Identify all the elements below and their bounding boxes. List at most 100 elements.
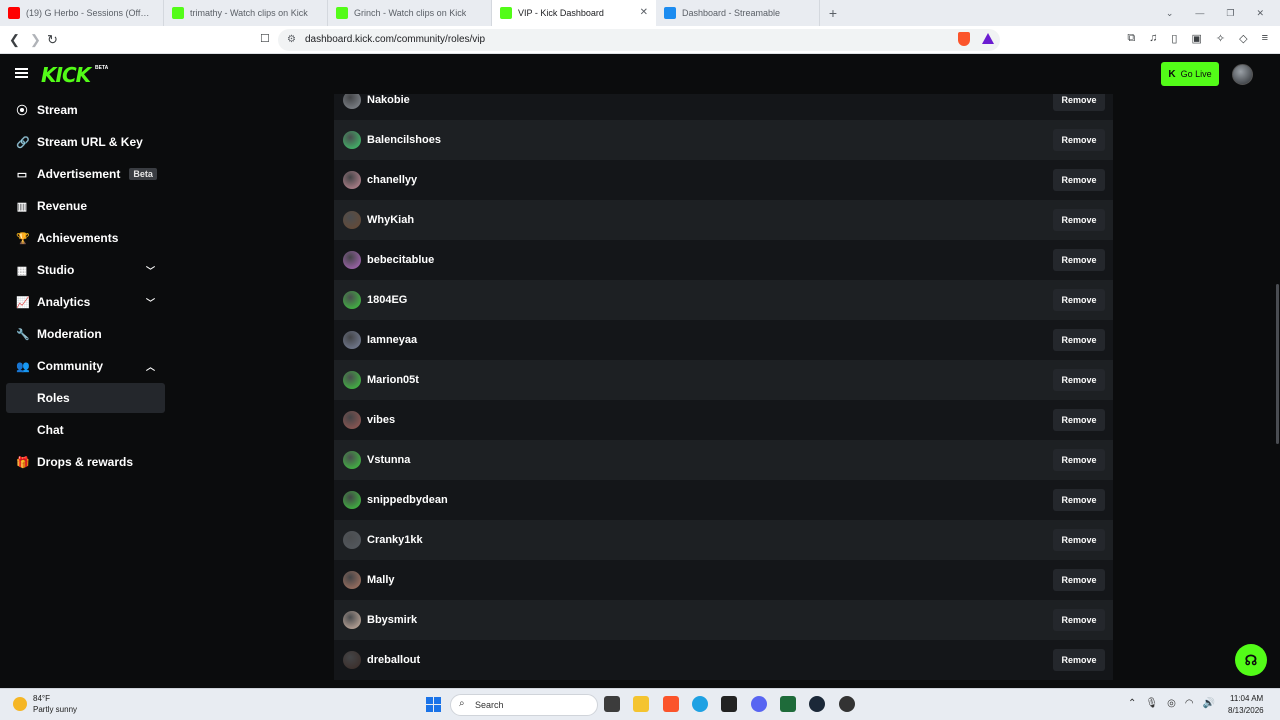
sidebar-item-revenue[interactable]: ▥ Revenue bbox=[6, 191, 165, 221]
volume-icon[interactable]: 🔊 bbox=[1203, 698, 1215, 709]
weather-icon[interactable] bbox=[13, 697, 27, 711]
sidebar-item-chat[interactable]: Chat bbox=[6, 415, 165, 445]
wallet-icon[interactable]: ▣ bbox=[1191, 32, 1201, 45]
remove-vip-button[interactable]: Remove bbox=[1053, 209, 1105, 231]
network-icon[interactable]: ◎ bbox=[1167, 698, 1176, 709]
username[interactable]: chanellyy bbox=[367, 174, 417, 186]
chevron-down-icon[interactable]: ⌄ bbox=[1166, 8, 1174, 19]
app-a-icon[interactable] bbox=[721, 696, 737, 712]
minimize-icon[interactable]: — bbox=[1195, 8, 1204, 18]
start-button[interactable] bbox=[426, 697, 441, 712]
user-avatar[interactable] bbox=[343, 211, 361, 229]
hamburger-menu-icon[interactable] bbox=[15, 68, 28, 78]
remove-vip-button[interactable]: Remove bbox=[1053, 409, 1105, 431]
remove-vip-button[interactable]: Remove bbox=[1053, 249, 1105, 271]
url-text[interactable]: dashboard.kick.com/community/roles/vip bbox=[305, 34, 485, 45]
remove-vip-button[interactable]: Remove bbox=[1053, 329, 1105, 351]
sidebar-item-stream[interactable]: ⦿ Stream bbox=[6, 95, 165, 125]
discord-icon[interactable] bbox=[751, 696, 767, 712]
user-avatar[interactable] bbox=[343, 291, 361, 309]
user-avatar[interactable] bbox=[343, 251, 361, 269]
reload-icon[interactable]: ↻ bbox=[47, 32, 58, 48]
edge-icon[interactable] bbox=[692, 696, 708, 712]
browser-tab[interactable]: (19) G Herbo - Sessions (Official bbox=[0, 0, 164, 26]
close-window-icon[interactable]: ✕ bbox=[1256, 8, 1264, 19]
browser-tab[interactable]: VIP - Kick Dashboard ✕ bbox=[492, 0, 656, 26]
sidebar-item-advertisement[interactable]: ▭ Advertisement Beta bbox=[6, 159, 165, 189]
user-avatar[interactable] bbox=[343, 571, 361, 589]
task-view-icon[interactable] bbox=[604, 696, 620, 712]
user-avatar[interactable] bbox=[343, 131, 361, 149]
user-avatar[interactable] bbox=[1232, 64, 1253, 85]
remove-vip-button[interactable]: Remove bbox=[1053, 569, 1105, 591]
sidebar-item-analytics[interactable]: 📈 Analytics ﹀ bbox=[6, 287, 165, 317]
extensions-icon[interactable]: ⧉ bbox=[1127, 32, 1135, 45]
username[interactable]: Cranky1kk bbox=[367, 534, 423, 546]
vpn-icon[interactable]: ◇ bbox=[1239, 32, 1247, 45]
username[interactable]: dreballout bbox=[367, 654, 420, 666]
wifi-icon[interactable]: ◠ bbox=[1185, 698, 1194, 709]
user-avatar[interactable] bbox=[343, 451, 361, 469]
user-avatar[interactable] bbox=[343, 171, 361, 189]
user-avatar[interactable] bbox=[343, 94, 361, 109]
taskbar-search[interactable]: ⌕ Search bbox=[450, 694, 598, 716]
remove-vip-button[interactable]: Remove bbox=[1053, 649, 1105, 671]
excel-icon[interactable] bbox=[780, 696, 796, 712]
obs-icon[interactable] bbox=[839, 696, 855, 712]
tab-close-icon[interactable]: ✕ bbox=[640, 7, 648, 18]
go-live-button[interactable]: K Go Live bbox=[1161, 62, 1219, 86]
user-avatar[interactable] bbox=[343, 331, 361, 349]
remove-vip-button[interactable]: Remove bbox=[1053, 529, 1105, 551]
new-tab-icon[interactable]: + bbox=[820, 0, 846, 26]
brave-shield-icon[interactable] bbox=[958, 32, 970, 46]
leo-icon[interactable]: ✧ bbox=[1216, 32, 1225, 45]
remove-vip-button[interactable]: Remove bbox=[1053, 94, 1105, 111]
username[interactable]: WhyKiah bbox=[367, 214, 414, 226]
username[interactable]: Vstunna bbox=[367, 454, 410, 466]
remove-vip-button[interactable]: Remove bbox=[1053, 369, 1105, 391]
chevron-down-icon[interactable]: ﹀ bbox=[146, 296, 155, 309]
menu-icon[interactable]: ≡ bbox=[1262, 32, 1268, 45]
username[interactable]: vibes bbox=[367, 414, 395, 426]
username[interactable]: 1804EG bbox=[367, 294, 407, 306]
sidebar-item-stream-url-key[interactable]: 🔗 Stream URL & Key bbox=[6, 127, 165, 157]
sidebar-item-community[interactable]: 👥 Community ︿ bbox=[6, 351, 165, 381]
username[interactable]: Balencilshoes bbox=[367, 134, 441, 146]
steam-icon[interactable] bbox=[809, 696, 825, 712]
user-avatar[interactable] bbox=[343, 531, 361, 549]
maximize-icon[interactable]: ❐ bbox=[1226, 8, 1234, 19]
user-avatar[interactable] bbox=[343, 651, 361, 669]
back-icon[interactable]: ❮ bbox=[9, 32, 20, 48]
remove-vip-button[interactable]: Remove bbox=[1053, 449, 1105, 471]
chevron-up-icon[interactable]: ︿ bbox=[146, 360, 155, 373]
clock-time[interactable]: 11:04 AM bbox=[1230, 694, 1263, 703]
remove-vip-button[interactable]: Remove bbox=[1053, 169, 1105, 191]
sidebar-item-moderation[interactable]: 🔧 Moderation bbox=[6, 319, 165, 349]
sidebar-toggle-icon[interactable]: ▯ bbox=[1171, 32, 1177, 45]
username[interactable]: bebecitablue bbox=[367, 254, 434, 266]
brave-rewards-icon[interactable] bbox=[982, 33, 994, 44]
clock-date[interactable]: 8/13/2026 bbox=[1228, 706, 1264, 715]
chevron-down-icon[interactable]: ﹀ bbox=[146, 264, 155, 277]
username[interactable]: snippedbydean bbox=[367, 494, 448, 506]
bookmark-icon[interactable]: ☐ bbox=[260, 32, 270, 45]
url-field[interactable]: ⚙ dashboard.kick.com/community/roles/vip bbox=[278, 29, 1000, 51]
user-avatar[interactable] bbox=[343, 611, 361, 629]
username[interactable]: Marion05t bbox=[367, 374, 419, 386]
music-icon[interactable]: ♫ bbox=[1149, 32, 1157, 45]
support-chat-icon[interactable]: ☊ bbox=[1235, 644, 1267, 676]
remove-vip-button[interactable]: Remove bbox=[1053, 129, 1105, 151]
forward-icon[interactable]: ❯ bbox=[30, 32, 41, 48]
username[interactable]: Bbysmirk bbox=[367, 614, 417, 626]
username[interactable]: Nakobie bbox=[367, 94, 410, 106]
file-explorer-icon[interactable] bbox=[633, 696, 649, 712]
sidebar-item-studio[interactable]: ▦ Studio ﹀ bbox=[6, 255, 165, 285]
browser-tab[interactable]: Grinch - Watch clips on Kick bbox=[328, 0, 492, 26]
chevron-up-icon[interactable]: ⌃ bbox=[1128, 698, 1136, 709]
username[interactable]: Iamneyaa bbox=[367, 334, 417, 346]
sidebar-item-roles[interactable]: Roles bbox=[6, 383, 165, 413]
site-info-icon[interactable]: ⚙ bbox=[287, 34, 296, 45]
microphone-icon[interactable]: 🎙 bbox=[1145, 698, 1158, 709]
remove-vip-button[interactable]: Remove bbox=[1053, 489, 1105, 511]
page-scrollbar[interactable] bbox=[1276, 284, 1279, 444]
